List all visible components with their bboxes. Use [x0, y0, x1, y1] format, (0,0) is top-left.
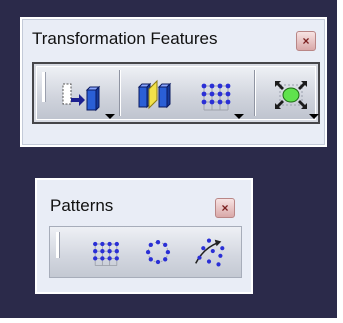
close-button[interactable]: × — [296, 31, 316, 51]
toolbar-tray-surface — [36, 66, 319, 120]
toolbar-button-tray — [49, 226, 242, 278]
circular-pattern-button[interactable] — [138, 233, 178, 273]
toolbar-title: Patterns — [50, 196, 114, 215]
user-pattern-icon — [195, 238, 225, 267]
toolbar-title: Transformation Features — [32, 29, 218, 48]
circular-pattern-icon — [145, 240, 171, 265]
symmetry-icon — [137, 79, 172, 110]
translate-rotate-button[interactable] — [51, 74, 115, 119]
drag-handle[interactable] — [56, 232, 59, 258]
patterns-toolbar[interactable]: Patterns × — [35, 178, 253, 294]
translate-rotate-icon — [62, 83, 101, 112]
toolbar-separator — [254, 70, 255, 116]
scaling-button[interactable] — [263, 74, 319, 119]
dropdown-arrow-icon[interactable] — [234, 114, 244, 119]
symmetry-button[interactable] — [129, 74, 181, 118]
toolbar-separator — [119, 70, 120, 116]
rectangular-pattern-button[interactable] — [86, 233, 126, 273]
rectangular-pattern-button[interactable] — [185, 74, 247, 119]
dropdown-arrow-icon[interactable] — [309, 114, 319, 119]
close-icon: × — [221, 201, 229, 215]
transformation-features-toolbar[interactable]: Transformation Features × — [20, 17, 327, 147]
rectangular-pattern-icon — [201, 83, 231, 111]
close-icon: × — [302, 34, 310, 48]
rectangular-pattern-icon — [93, 241, 119, 267]
user-pattern-button[interactable] — [188, 231, 230, 273]
dropdown-arrow-icon[interactable] — [105, 114, 115, 119]
close-button[interactable]: × — [215, 198, 235, 218]
drag-handle[interactable] — [42, 72, 45, 102]
toolbar-button-tray — [32, 62, 320, 124]
scaling-icon — [275, 81, 307, 109]
